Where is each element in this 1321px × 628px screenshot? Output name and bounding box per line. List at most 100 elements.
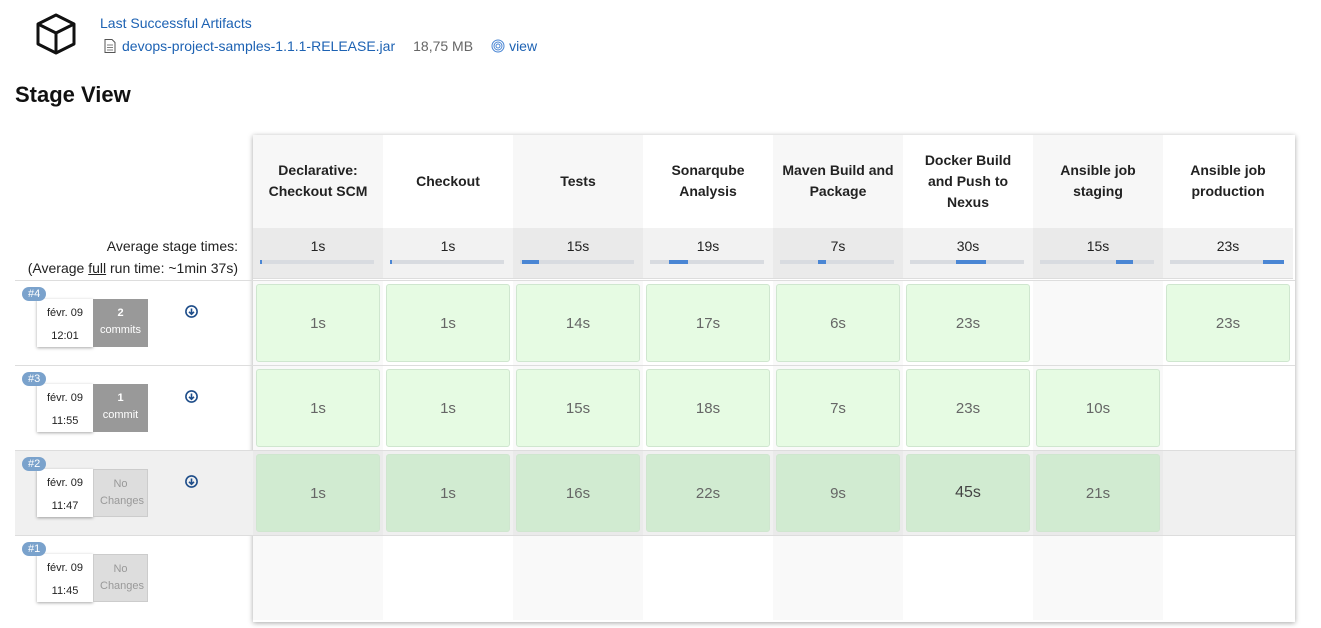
average-times-label: Average stage times: (Average full run t… (28, 235, 238, 279)
stage-cell-column: 16s (513, 451, 643, 535)
average-time-value: 1s (310, 238, 326, 254)
artifact-row: devops-project-samples-1.1.1-RELEASE.jar… (104, 38, 537, 54)
stage-result-cell[interactable]: 1s (386, 369, 510, 447)
stage-result-cell[interactable]: 7s (776, 369, 900, 447)
stage-name: Declarative: Checkout SCM (268, 162, 368, 199)
stage-result-cell[interactable]: 1s (386, 284, 510, 362)
stage-cell-column (1163, 366, 1293, 450)
stage-cell-column (1163, 451, 1293, 535)
stage-name: Tests (560, 172, 596, 189)
stage-result-cell[interactable]: 1s (256, 454, 380, 532)
stage-result-cell[interactable]: 1s (256, 369, 380, 447)
build-date-card: févr. 09 11:47 (37, 469, 93, 517)
build-number-badge[interactable]: #1 (22, 542, 47, 556)
average-times-row: 1s 1s 15s 19s 7s 30s 15s 23s (253, 228, 1293, 279)
arrow-down-circle-icon[interactable] (185, 475, 198, 488)
arrow-down-circle-icon[interactable] (185, 390, 198, 403)
average-stage-time: 15s (513, 228, 643, 278)
stage-cell-column: 22s (643, 451, 773, 535)
fingerprint-icon (491, 39, 505, 53)
stage-result-cell[interactable]: 9s (776, 454, 900, 532)
stage-cell-column: 23s (903, 366, 1033, 450)
build-row: #2 févr. 09 11:47 No Changes 1s 1s 16s 22s 9s 45s… (15, 450, 1295, 535)
stage-name: Maven Build and Package (782, 162, 894, 199)
stage-cell-column: 15s (513, 366, 643, 450)
stage-name: Sonarqube Analysis (671, 162, 745, 199)
stage-result-cell[interactable]: 22s (646, 454, 770, 532)
box-icon (36, 13, 76, 55)
average-time-bar (1040, 260, 1154, 264)
stage-result-cell[interactable]: 6s (776, 284, 900, 362)
stage-result-cell[interactable]: 18s (646, 369, 770, 447)
average-stage-time: 23s (1163, 228, 1293, 278)
stage-result-cell[interactable]: 23s (906, 369, 1030, 447)
average-stage-time: 19s (643, 228, 773, 278)
build-row: #3 févr. 09 11:55 1 commit 1s 1s 15s 18s 7s 23s 10s (15, 365, 1295, 450)
stage-cell-column: 23s (1163, 281, 1293, 365)
average-stage-time: 7s (773, 228, 903, 278)
average-time-value: 30s (956, 238, 980, 254)
stage-cell-column: 17s (643, 281, 773, 365)
stage-cell-column: 23s (903, 281, 1033, 365)
changes-box[interactable]: 2 commits (93, 299, 148, 347)
stage-header: Docker Build and Push to Nexus (903, 135, 1033, 229)
commit-count: 1 (117, 392, 124, 404)
stage-cell-column: 1s (253, 451, 383, 535)
last-successful-artifacts-link[interactable]: Last Successful Artifacts (100, 15, 252, 31)
stage-result-cell[interactable]: 16s (516, 454, 640, 532)
build-number-badge[interactable]: #4 (22, 287, 47, 301)
build-number-badge[interactable]: #2 (22, 457, 47, 471)
stage-result-cell[interactable]: 23s (906, 284, 1030, 362)
average-time-bar-fill (1263, 260, 1284, 264)
stage-cell-column: 14s (513, 281, 643, 365)
stage-result-cell[interactable]: 23s (1166, 284, 1290, 362)
changes-box[interactable]: 1 commit (93, 384, 148, 432)
arrow-down-circle-icon[interactable] (185, 305, 198, 318)
average-time-bar (1170, 260, 1284, 264)
commit-label: commits (100, 324, 141, 336)
average-stage-time: 1s (253, 228, 383, 278)
stage-result-cell[interactable]: 45s (906, 454, 1030, 532)
stage-cell-column: 18s (643, 366, 773, 450)
stage-cell-column: 6s (773, 281, 903, 365)
stage-cell-column (1163, 536, 1293, 620)
stage-cell-column: 1s (383, 451, 513, 535)
artifact-file-link[interactable]: devops-project-samples-1.1.1-RELEASE.jar (122, 38, 395, 54)
average-time-value: 1s (440, 238, 456, 254)
build-time: 12:01 (51, 330, 79, 342)
average-time-bar-fill (1116, 260, 1134, 264)
commit-label: commit (102, 409, 139, 421)
build-time: 11:55 (51, 415, 79, 427)
average-time-bar (780, 260, 894, 264)
average-time-value: 15s (1086, 238, 1110, 254)
stage-result-cell[interactable]: 15s (516, 369, 640, 447)
stage-cell-column (1033, 536, 1163, 620)
stage-cell-column (253, 536, 383, 620)
full-run-time-link[interactable]: full (88, 260, 106, 276)
stage-result-cell[interactable]: 10s (1036, 369, 1160, 447)
stage-result-cell[interactable]: 14s (516, 284, 640, 362)
average-stage-time: 15s (1033, 228, 1163, 278)
stage-cell-column (513, 536, 643, 620)
stage-header: Tests (513, 135, 643, 229)
stage-cell-column (903, 536, 1033, 620)
average-time-value: 7s (830, 238, 846, 254)
stage-cell-column: 1s (383, 366, 513, 450)
artifact-view-link[interactable]: view (509, 38, 537, 54)
build-date: févr. 09 (46, 392, 84, 404)
average-run-time-text: (Average full run time: ~1min 37s) (27, 260, 238, 276)
stage-name: Docker Build and Push to Nexus (924, 151, 1012, 210)
stage-header: Declarative: Checkout SCM (253, 135, 383, 229)
stage-name: Ansible job production (1190, 162, 1266, 199)
build-date-card: févr. 09 11:55 (37, 384, 93, 432)
stage-result-cell[interactable]: 17s (646, 284, 770, 362)
average-time-value: 23s (1216, 238, 1240, 254)
stage-result-cell[interactable]: 1s (386, 454, 510, 532)
build-number-badge[interactable]: #3 (22, 372, 47, 386)
stage-header-row: Declarative: Checkout SCM Checkout Tests So… (253, 135, 1293, 229)
stage-result-cell[interactable]: 21s (1036, 454, 1160, 532)
build-date: févr. 09 (46, 562, 84, 574)
changes-box: No Changes (93, 554, 148, 602)
build-date: févr. 09 (46, 307, 84, 319)
stage-result-cell[interactable]: 1s (256, 284, 380, 362)
